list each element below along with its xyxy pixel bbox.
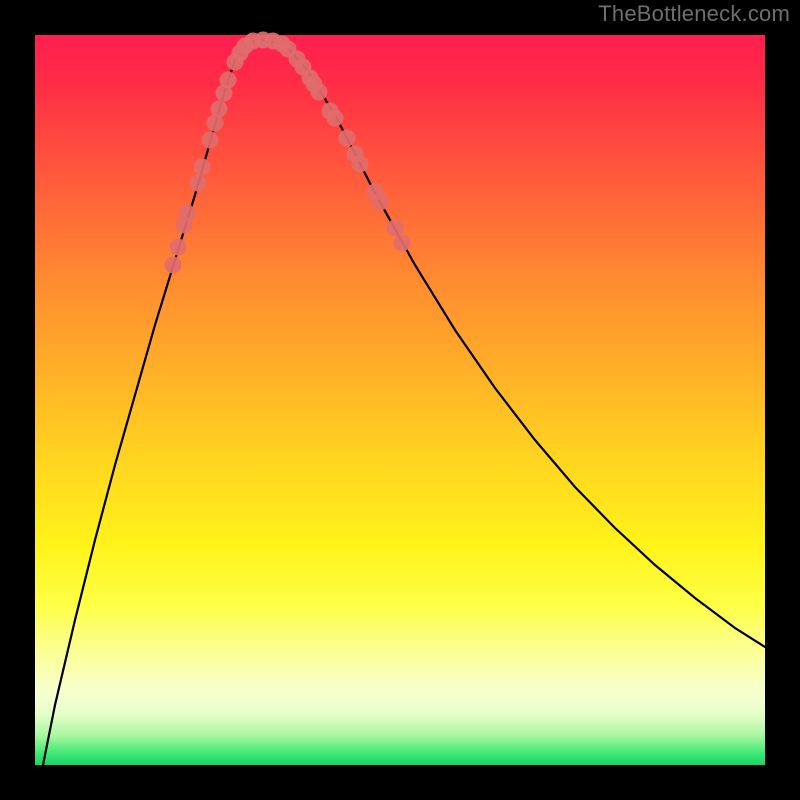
data-bead (327, 110, 344, 127)
chart-frame: TheBottleneck.com (0, 0, 800, 800)
data-bead (220, 72, 237, 89)
data-bead (190, 175, 207, 192)
data-bead (165, 257, 182, 274)
data-bead (387, 220, 404, 237)
data-beads-group (165, 32, 411, 274)
data-bead (372, 194, 389, 211)
data-bead (311, 84, 328, 101)
data-bead (194, 159, 211, 176)
data-bead (211, 101, 228, 118)
plot-area (35, 35, 765, 765)
chart-svg (35, 35, 765, 765)
bottleneck-curve (35, 40, 765, 800)
data-bead (202, 132, 219, 149)
data-bead (339, 130, 356, 147)
data-bead (170, 239, 187, 256)
data-bead (179, 205, 196, 222)
data-bead (394, 235, 411, 252)
watermark-text: TheBottleneck.com (598, 1, 790, 27)
data-bead (352, 156, 369, 173)
